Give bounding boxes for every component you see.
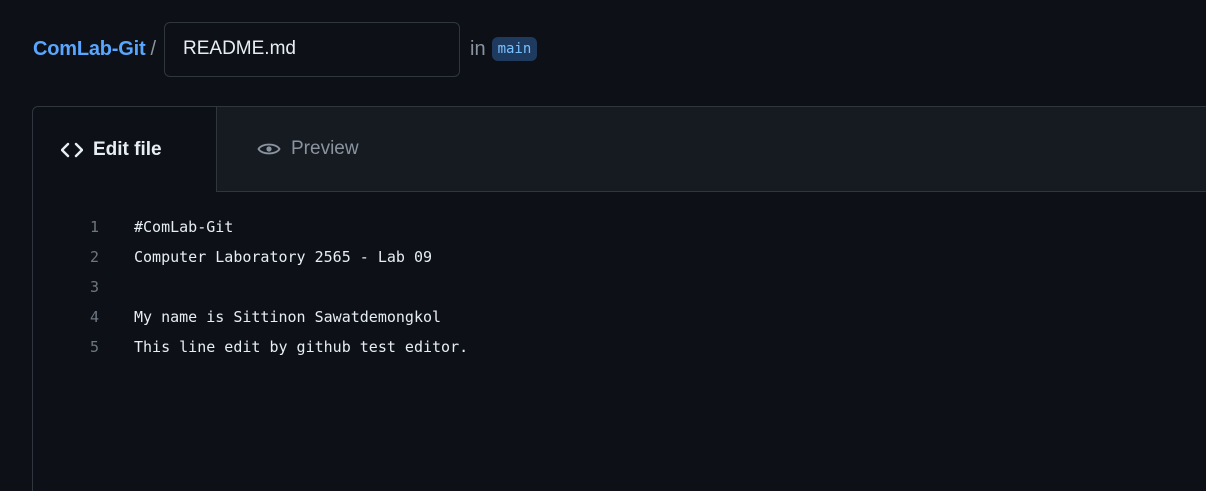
tab-preview[interactable]: Preview	[257, 107, 359, 191]
in-label: in	[470, 37, 486, 60]
tab-edit-label: Edit file	[93, 138, 162, 160]
code-line: 5 This line edit by github test editor.	[33, 332, 468, 362]
code-line: 2 Computer Laboratory 2565 - Lab 09	[33, 242, 432, 272]
tab-edit-file[interactable]: Edit file	[33, 107, 217, 192]
file-path-header: ComLab-Git / in main	[33, 21, 538, 77]
line-text: #ComLab-Git	[134, 218, 234, 236]
line-number: 4	[89, 308, 99, 326]
file-editor-page: ComLab-Git / in main Edit file	[0, 0, 1206, 491]
line-number: 3	[89, 278, 99, 296]
line-text: My name is Sittinon Sawatdemongkol	[134, 308, 442, 326]
line-text: Computer Laboratory 2565 - Lab 09	[134, 248, 433, 266]
repo-link[interactable]: ComLab-Git	[33, 38, 146, 61]
editor-tabbar: Edit file Preview	[33, 107, 1206, 192]
tab-preview-label: Preview	[291, 138, 359, 159]
code-line: 1 #ComLab-Git	[33, 212, 233, 242]
code-icon	[61, 142, 83, 158]
filename-input[interactable]	[164, 21, 460, 77]
line-number: 1	[89, 218, 99, 236]
path-separator: /	[150, 37, 156, 60]
code-line: 3	[33, 272, 134, 302]
code-editor[interactable]: 1 #ComLab-Git 2 Computer Laboratory 2565…	[33, 192, 1206, 491]
line-text: This line edit by github test editor.	[134, 338, 469, 356]
code-line: 4 My name is Sittinon Sawatdemongkol	[33, 302, 441, 332]
line-number: 5	[89, 338, 99, 356]
eye-icon	[257, 141, 281, 157]
line-number: 2	[89, 248, 99, 266]
branch-badge: main	[491, 37, 538, 61]
editor-container: Edit file Preview 1 #ComLab-Git 2 Comput…	[32, 106, 1206, 491]
